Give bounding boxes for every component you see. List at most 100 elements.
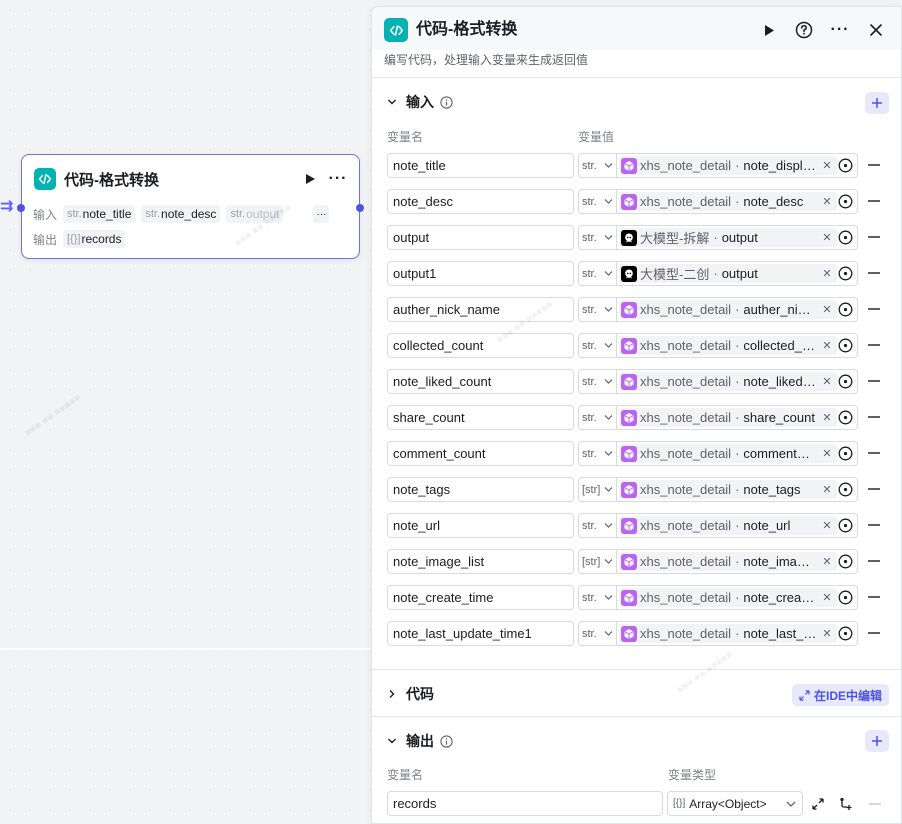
target-select-icon[interactable]	[838, 410, 853, 425]
remove-input-icon[interactable]	[867, 554, 881, 568]
clear-reference-icon[interactable]: ✕	[821, 267, 833, 280]
remove-input-icon[interactable]	[867, 590, 881, 604]
target-select-icon[interactable]	[838, 266, 853, 281]
type-select[interactable]: str.	[578, 405, 616, 430]
remove-input-icon[interactable]	[867, 410, 881, 424]
close-icon[interactable]	[865, 19, 887, 41]
more-icon[interactable]: ···	[829, 19, 851, 41]
variable-reference-field[interactable]: xhs_note_detail · note_displa… ✕	[616, 153, 858, 178]
node-inputs-more-button[interactable]: ···	[313, 205, 330, 223]
variable-reference-field[interactable]: xhs_note_detail · collected_c… ✕	[616, 333, 858, 358]
variable-reference-field[interactable]: 大模型-拆解 · output ✕	[616, 225, 858, 250]
variable-name-input[interactable]: note_desc	[387, 189, 574, 214]
target-select-icon[interactable]	[838, 374, 853, 389]
type-select[interactable]: str.	[578, 153, 616, 178]
type-select[interactable]: str.	[578, 441, 616, 466]
remove-input-icon[interactable]	[867, 626, 881, 640]
variable-reference-field[interactable]: xhs_note_detail · note_image… ✕	[616, 549, 858, 574]
clear-reference-icon[interactable]: ✕	[821, 303, 833, 316]
variable-reference-field[interactable]: xhs_note_detail · share_count ✕	[616, 405, 858, 430]
type-select[interactable]: str.	[578, 225, 616, 250]
chevron-right-icon[interactable]	[384, 686, 400, 702]
clear-reference-icon[interactable]: ✕	[821, 591, 833, 604]
variable-name-input[interactable]: note_tags	[387, 477, 574, 502]
target-select-icon[interactable]	[838, 554, 853, 569]
variable-name-input[interactable]: note_liked_count	[387, 369, 574, 394]
remove-input-icon[interactable]	[867, 302, 881, 316]
clear-reference-icon[interactable]: ✕	[821, 375, 833, 388]
target-select-icon[interactable]	[838, 590, 853, 605]
output-type-select[interactable]: [{}] Array<Object>	[667, 791, 803, 816]
node-input-port[interactable]	[17, 204, 25, 212]
remove-input-icon[interactable]	[867, 158, 881, 172]
clear-reference-icon[interactable]: ✕	[821, 195, 833, 208]
node-more-icon[interactable]: ···	[327, 170, 349, 188]
variable-name-input[interactable]: note_url	[387, 513, 574, 538]
variable-reference-field[interactable]: 大模型-二创 · output ✕	[616, 261, 858, 286]
clear-reference-icon[interactable]: ✕	[821, 159, 833, 172]
info-icon[interactable]	[439, 734, 453, 748]
variable-name-input[interactable]: note_title	[387, 153, 574, 178]
target-select-icon[interactable]	[838, 302, 853, 317]
variable-name-input[interactable]: output	[387, 225, 574, 250]
add-child-icon[interactable]	[838, 796, 854, 812]
target-select-icon[interactable]	[838, 230, 853, 245]
remove-output-icon[interactable]	[867, 796, 883, 812]
chevron-down-icon[interactable]	[384, 94, 400, 110]
expand-icon[interactable]	[810, 796, 826, 812]
clear-reference-icon[interactable]: ✕	[821, 483, 833, 496]
type-select[interactable]: str.	[578, 297, 616, 322]
clear-reference-icon[interactable]: ✕	[821, 519, 833, 532]
variable-name-input[interactable]: auther_nick_name	[387, 297, 574, 322]
target-select-icon[interactable]	[838, 626, 853, 641]
variable-reference-field[interactable]: xhs_note_detail · comment_c… ✕	[616, 441, 858, 466]
type-select[interactable]: str.	[578, 369, 616, 394]
remove-input-icon[interactable]	[867, 266, 881, 280]
code-section-header[interactable]: 代码	[384, 683, 434, 705]
target-select-icon[interactable]	[838, 446, 853, 461]
remove-input-icon[interactable]	[867, 230, 881, 244]
type-select[interactable]: str.	[578, 513, 616, 538]
run-node-play-icon[interactable]	[301, 170, 319, 188]
variable-name-input[interactable]: note_image_list	[387, 549, 574, 574]
clear-reference-icon[interactable]: ✕	[821, 447, 833, 460]
panel-title[interactable]: 代码-格式转换	[416, 18, 517, 42]
variable-reference-field[interactable]: xhs_note_detail · note_tags ✕	[616, 477, 858, 502]
variable-reference-field[interactable]: xhs_note_detail · auther_nick… ✕	[616, 297, 858, 322]
input-section-header[interactable]: 输入	[384, 91, 453, 113]
clear-reference-icon[interactable]: ✕	[821, 339, 833, 352]
remove-input-icon[interactable]	[867, 518, 881, 532]
target-select-icon[interactable]	[838, 338, 853, 353]
variable-name-input[interactable]: note_last_update_time1	[387, 621, 574, 646]
add-output-button[interactable]	[865, 730, 889, 752]
clear-reference-icon[interactable]: ✕	[821, 627, 833, 640]
edit-in-ide-button[interactable]: 在IDE中编辑	[791, 684, 889, 706]
type-select[interactable]: str.	[578, 189, 616, 214]
variable-reference-field[interactable]: xhs_note_detail · note_liked_… ✕	[616, 369, 858, 394]
output-name-input[interactable]: records	[387, 791, 663, 816]
chevron-down-icon[interactable]	[384, 733, 400, 749]
node-output-port[interactable]	[356, 204, 364, 212]
target-select-icon[interactable]	[838, 158, 853, 173]
variable-reference-field[interactable]: xhs_note_detail · note_url ✕	[616, 513, 858, 538]
run-play-icon[interactable]	[758, 19, 780, 41]
code-node[interactable]: 代码-格式转换 ··· 输入 str. note_title str. note_d…	[17, 154, 364, 259]
output-section-header[interactable]: 输出	[384, 730, 453, 752]
type-select[interactable]: [str]	[578, 549, 616, 574]
type-select[interactable]: [str]	[578, 477, 616, 502]
variable-reference-field[interactable]: xhs_note_detail · note_create… ✕	[616, 585, 858, 610]
clear-reference-icon[interactable]: ✕	[821, 555, 833, 568]
target-select-icon[interactable]	[838, 194, 853, 209]
target-select-icon[interactable]	[838, 518, 853, 533]
variable-name-input[interactable]: share_count	[387, 405, 574, 430]
variable-name-input[interactable]: output1	[387, 261, 574, 286]
variable-reference-field[interactable]: xhs_note_detail · note_desc ✕	[616, 189, 858, 214]
type-select[interactable]: str.	[578, 333, 616, 358]
variable-reference-field[interactable]: xhs_note_detail · note_last_u… ✕	[616, 621, 858, 646]
remove-input-icon[interactable]	[867, 374, 881, 388]
type-select[interactable]: str.	[578, 585, 616, 610]
variable-name-input[interactable]: note_create_time	[387, 585, 574, 610]
help-icon[interactable]	[793, 19, 815, 41]
add-input-button[interactable]	[865, 92, 889, 114]
clear-reference-icon[interactable]: ✕	[821, 231, 833, 244]
